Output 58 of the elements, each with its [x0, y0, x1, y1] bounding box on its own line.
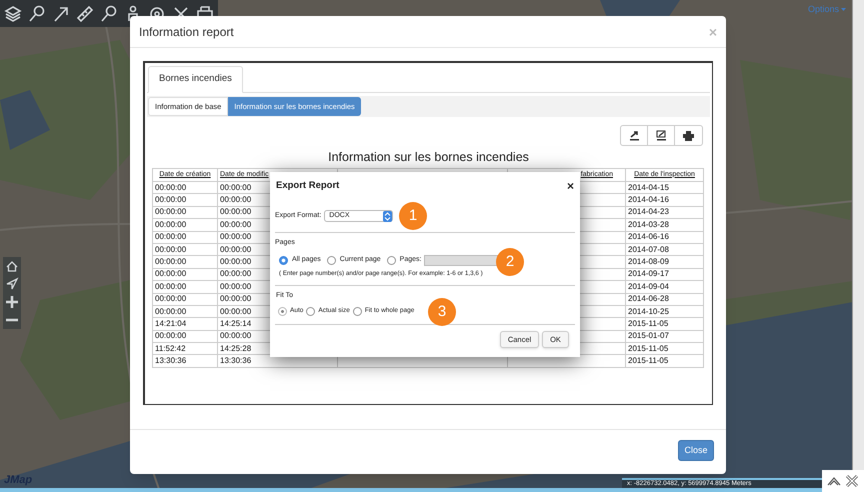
table-cell: 00:00:00 — [152, 231, 218, 244]
table-cell: 00:00:00 — [152, 218, 218, 232]
table-cell: 00:00:00 — [152, 305, 218, 318]
close-button[interactable]: Close — [678, 440, 714, 461]
table-cell: 00:00:00 — [152, 182, 218, 194]
table-cell: 2014-06-28 — [626, 293, 704, 306]
radio-button[interactable] — [279, 256, 288, 264]
layers-icon[interactable] — [4, 4, 22, 22]
radio-button[interactable] — [326, 256, 336, 264]
dialog-title: Export Report — [276, 178, 340, 193]
table-cell: 00:00:00 — [152, 293, 218, 306]
report-title: Information sur les bornes incendies — [327, 149, 530, 165]
table-cell: 2015-11-05 — [626, 318, 704, 330]
chevron-up-icon[interactable] — [827, 476, 841, 486]
radio-button[interactable] — [278, 306, 287, 316]
search-icon[interactable] — [28, 4, 46, 22]
select-arrows-icon — [383, 210, 392, 222]
table-cell: 00:00:00 — [152, 206, 218, 219]
radio-button[interactable] — [352, 306, 362, 316]
table-cell: 14:21:04 — [152, 318, 218, 330]
table-cell: 2014-06-16 — [626, 231, 704, 244]
export-page-icon — [656, 130, 666, 141]
table-cell: 2014-09-04 — [626, 280, 704, 294]
table-cell: 00:00:00 — [152, 330, 218, 343]
table-cell: 2014-08-09 — [626, 256, 704, 268]
caret-icon — [841, 8, 846, 12]
close-icon[interactable] — [845, 474, 859, 488]
table-cell: 2014-04-23 — [626, 206, 704, 219]
zoom-in-icon[interactable] — [5, 295, 19, 309]
map-logo: JMap — [4, 475, 32, 486]
table-cell: 00:00:00 — [152, 256, 218, 268]
home-icon[interactable] — [5, 259, 19, 273]
table-cell: 2014-04-15 — [626, 182, 704, 194]
table-cell: 00:00:00 — [152, 243, 218, 256]
table-cell: 00:00:00 — [152, 268, 218, 281]
table-cell: 2015-01-07 — [626, 330, 704, 343]
table-cell: 11:52:42 — [152, 342, 218, 355]
arrow-icon[interactable] — [52, 4, 70, 22]
ruler-icon[interactable] — [76, 4, 94, 22]
table-cell: 2015-11-05 — [626, 354, 704, 368]
table-cell: 2014-10-25 — [626, 305, 704, 318]
export-arrow-icon — [628, 130, 640, 141]
close-button[interactable]: × — [566, 180, 574, 192]
table-cell: 2014-03-28 — [626, 218, 704, 232]
table-cell: 00:00:00 — [152, 280, 218, 294]
table-cell: 2014-09-17 — [626, 268, 704, 281]
navigate-icon[interactable] — [5, 277, 19, 291]
table-cell: 2014-07-08 — [626, 243, 704, 256]
radio-button[interactable] — [306, 306, 316, 316]
printer-icon — [683, 130, 694, 140]
table-cell: 2014-04-16 — [626, 194, 704, 206]
pages-input[interactable] — [424, 254, 498, 266]
radio-button[interactable] — [386, 256, 396, 264]
window-title: Information report — [139, 24, 234, 40]
table-cell: 2015-11-05 — [626, 342, 704, 355]
table-cell: 00:00:00 — [152, 194, 218, 206]
tab[interactable]: Bornes incendies — [148, 66, 243, 93]
table-cell: 13:30:36 — [152, 354, 218, 368]
